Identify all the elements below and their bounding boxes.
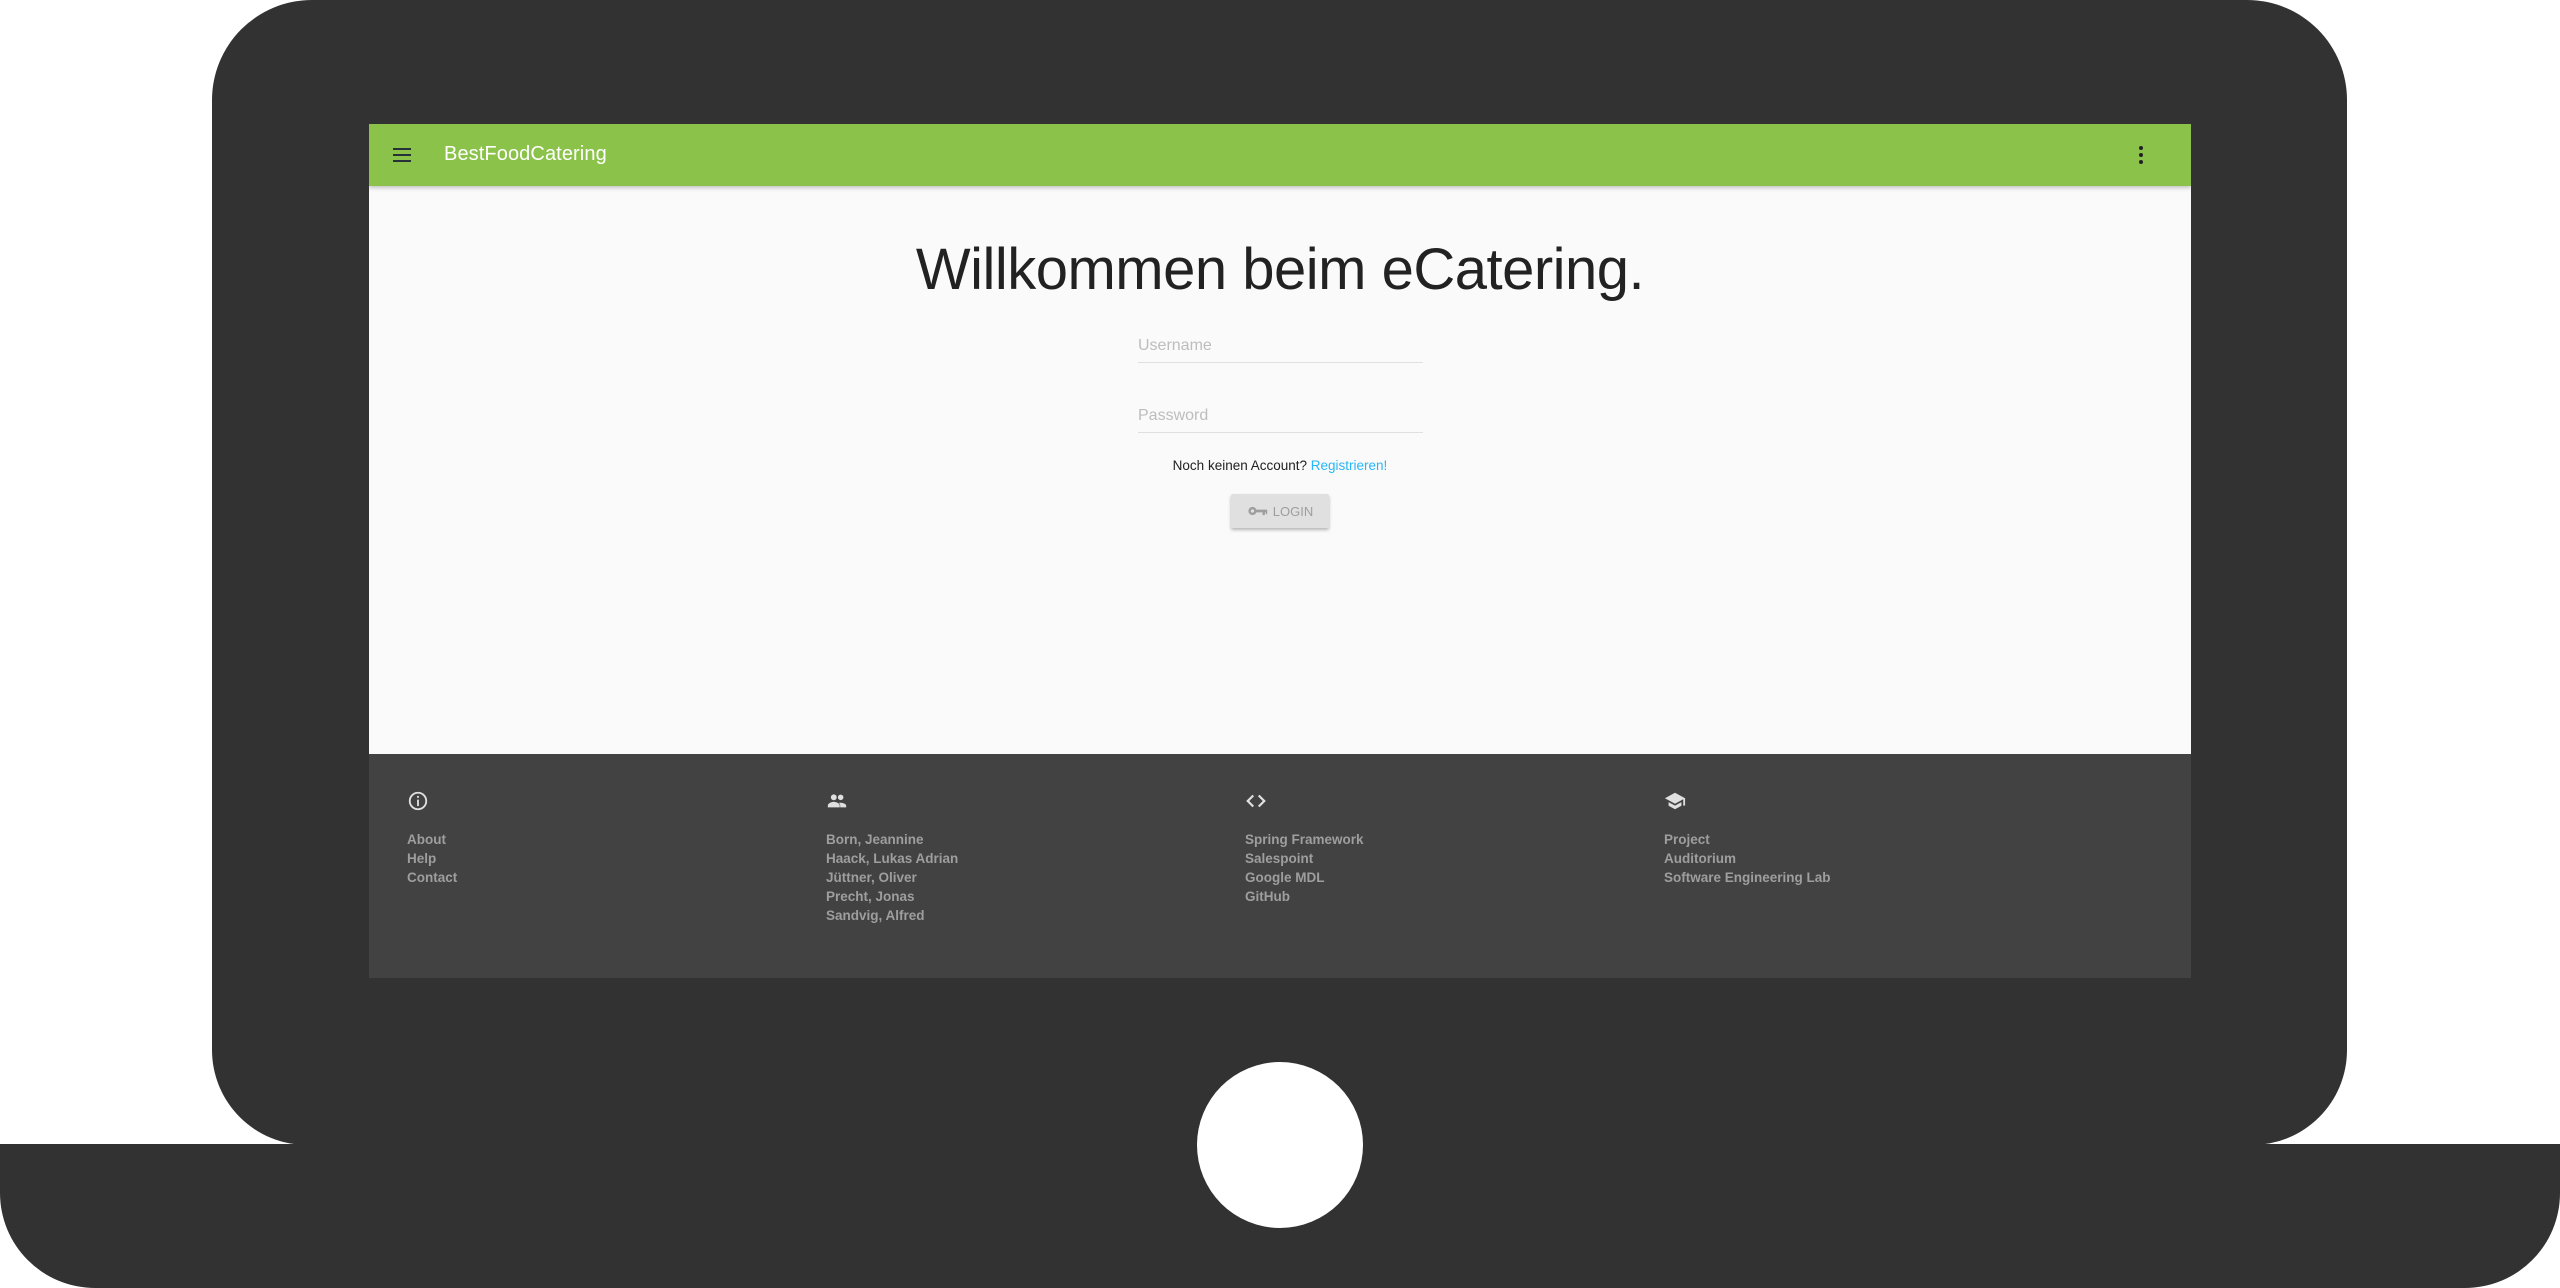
more-vert-icon[interactable]	[2133, 144, 2149, 166]
footer-column-info: About Help Contact	[407, 790, 457, 887]
username-input[interactable]	[1138, 330, 1423, 363]
footer-link-member[interactable]: Haack, Lukas Adrian	[826, 849, 958, 868]
footer-link-member[interactable]: Born, Jeannine	[826, 830, 958, 849]
people-icon	[827, 794, 847, 808]
footer-link-help[interactable]: Help	[407, 849, 457, 868]
footer-link-member[interactable]: Precht, Jonas	[826, 887, 958, 906]
register-prompt: Noch keinen Account? Registrieren!	[369, 458, 2191, 473]
footer-column-project: Project Auditorium Software Engineering …	[1664, 790, 1831, 887]
footer-link-member[interactable]: Jüttner, Oliver	[826, 868, 958, 887]
login-label: LOGIN	[1272, 503, 1314, 519]
laptop-home-button	[1197, 1062, 1363, 1228]
footer-link-project[interactable]: Project	[1664, 830, 1831, 849]
footer: About Help Contact Born, Jeannine Haack,…	[369, 754, 2191, 978]
login-button[interactable]: LOGIN	[1231, 494, 1329, 528]
footer-link-se-lab[interactable]: Software Engineering Lab	[1664, 868, 1831, 887]
school-icon	[1664, 792, 1686, 810]
register-link[interactable]: Registrieren!	[1311, 458, 1388, 473]
footer-link-salespoint[interactable]: Salespoint	[1245, 849, 1364, 868]
footer-link-spring[interactable]: Spring Framework	[1245, 830, 1364, 849]
menu-icon[interactable]	[393, 145, 411, 165]
footer-column-team: Born, Jeannine Haack, Lukas Adrian Jüttn…	[826, 790, 958, 925]
app-screen: BestFoodCatering Willkommen beim eCateri…	[369, 124, 2191, 978]
app-title: BestFoodCatering	[444, 143, 607, 165]
code-icon	[1246, 794, 1266, 808]
footer-link-github[interactable]: GitHub	[1245, 887, 1364, 906]
footer-column-tech: Spring Framework Salespoint Google MDL G…	[1245, 790, 1364, 906]
footer-link-auditorium[interactable]: Auditorium	[1664, 849, 1831, 868]
page-title: Willkommen beim eCatering.	[915, 237, 1645, 302]
password-input[interactable]	[1138, 400, 1423, 433]
footer-link-about[interactable]: About	[407, 830, 457, 849]
footer-link-member[interactable]: Sandvig, Alfred	[826, 906, 958, 925]
footer-link-google-mdl[interactable]: Google MDL	[1245, 868, 1364, 887]
app-bar: BestFoodCatering	[369, 124, 2191, 186]
footer-link-contact[interactable]: Contact	[407, 868, 457, 887]
info-icon	[408, 791, 428, 811]
key-icon	[1248, 506, 1267, 516]
no-account-text: Noch keinen Account?	[1172, 458, 1308, 473]
